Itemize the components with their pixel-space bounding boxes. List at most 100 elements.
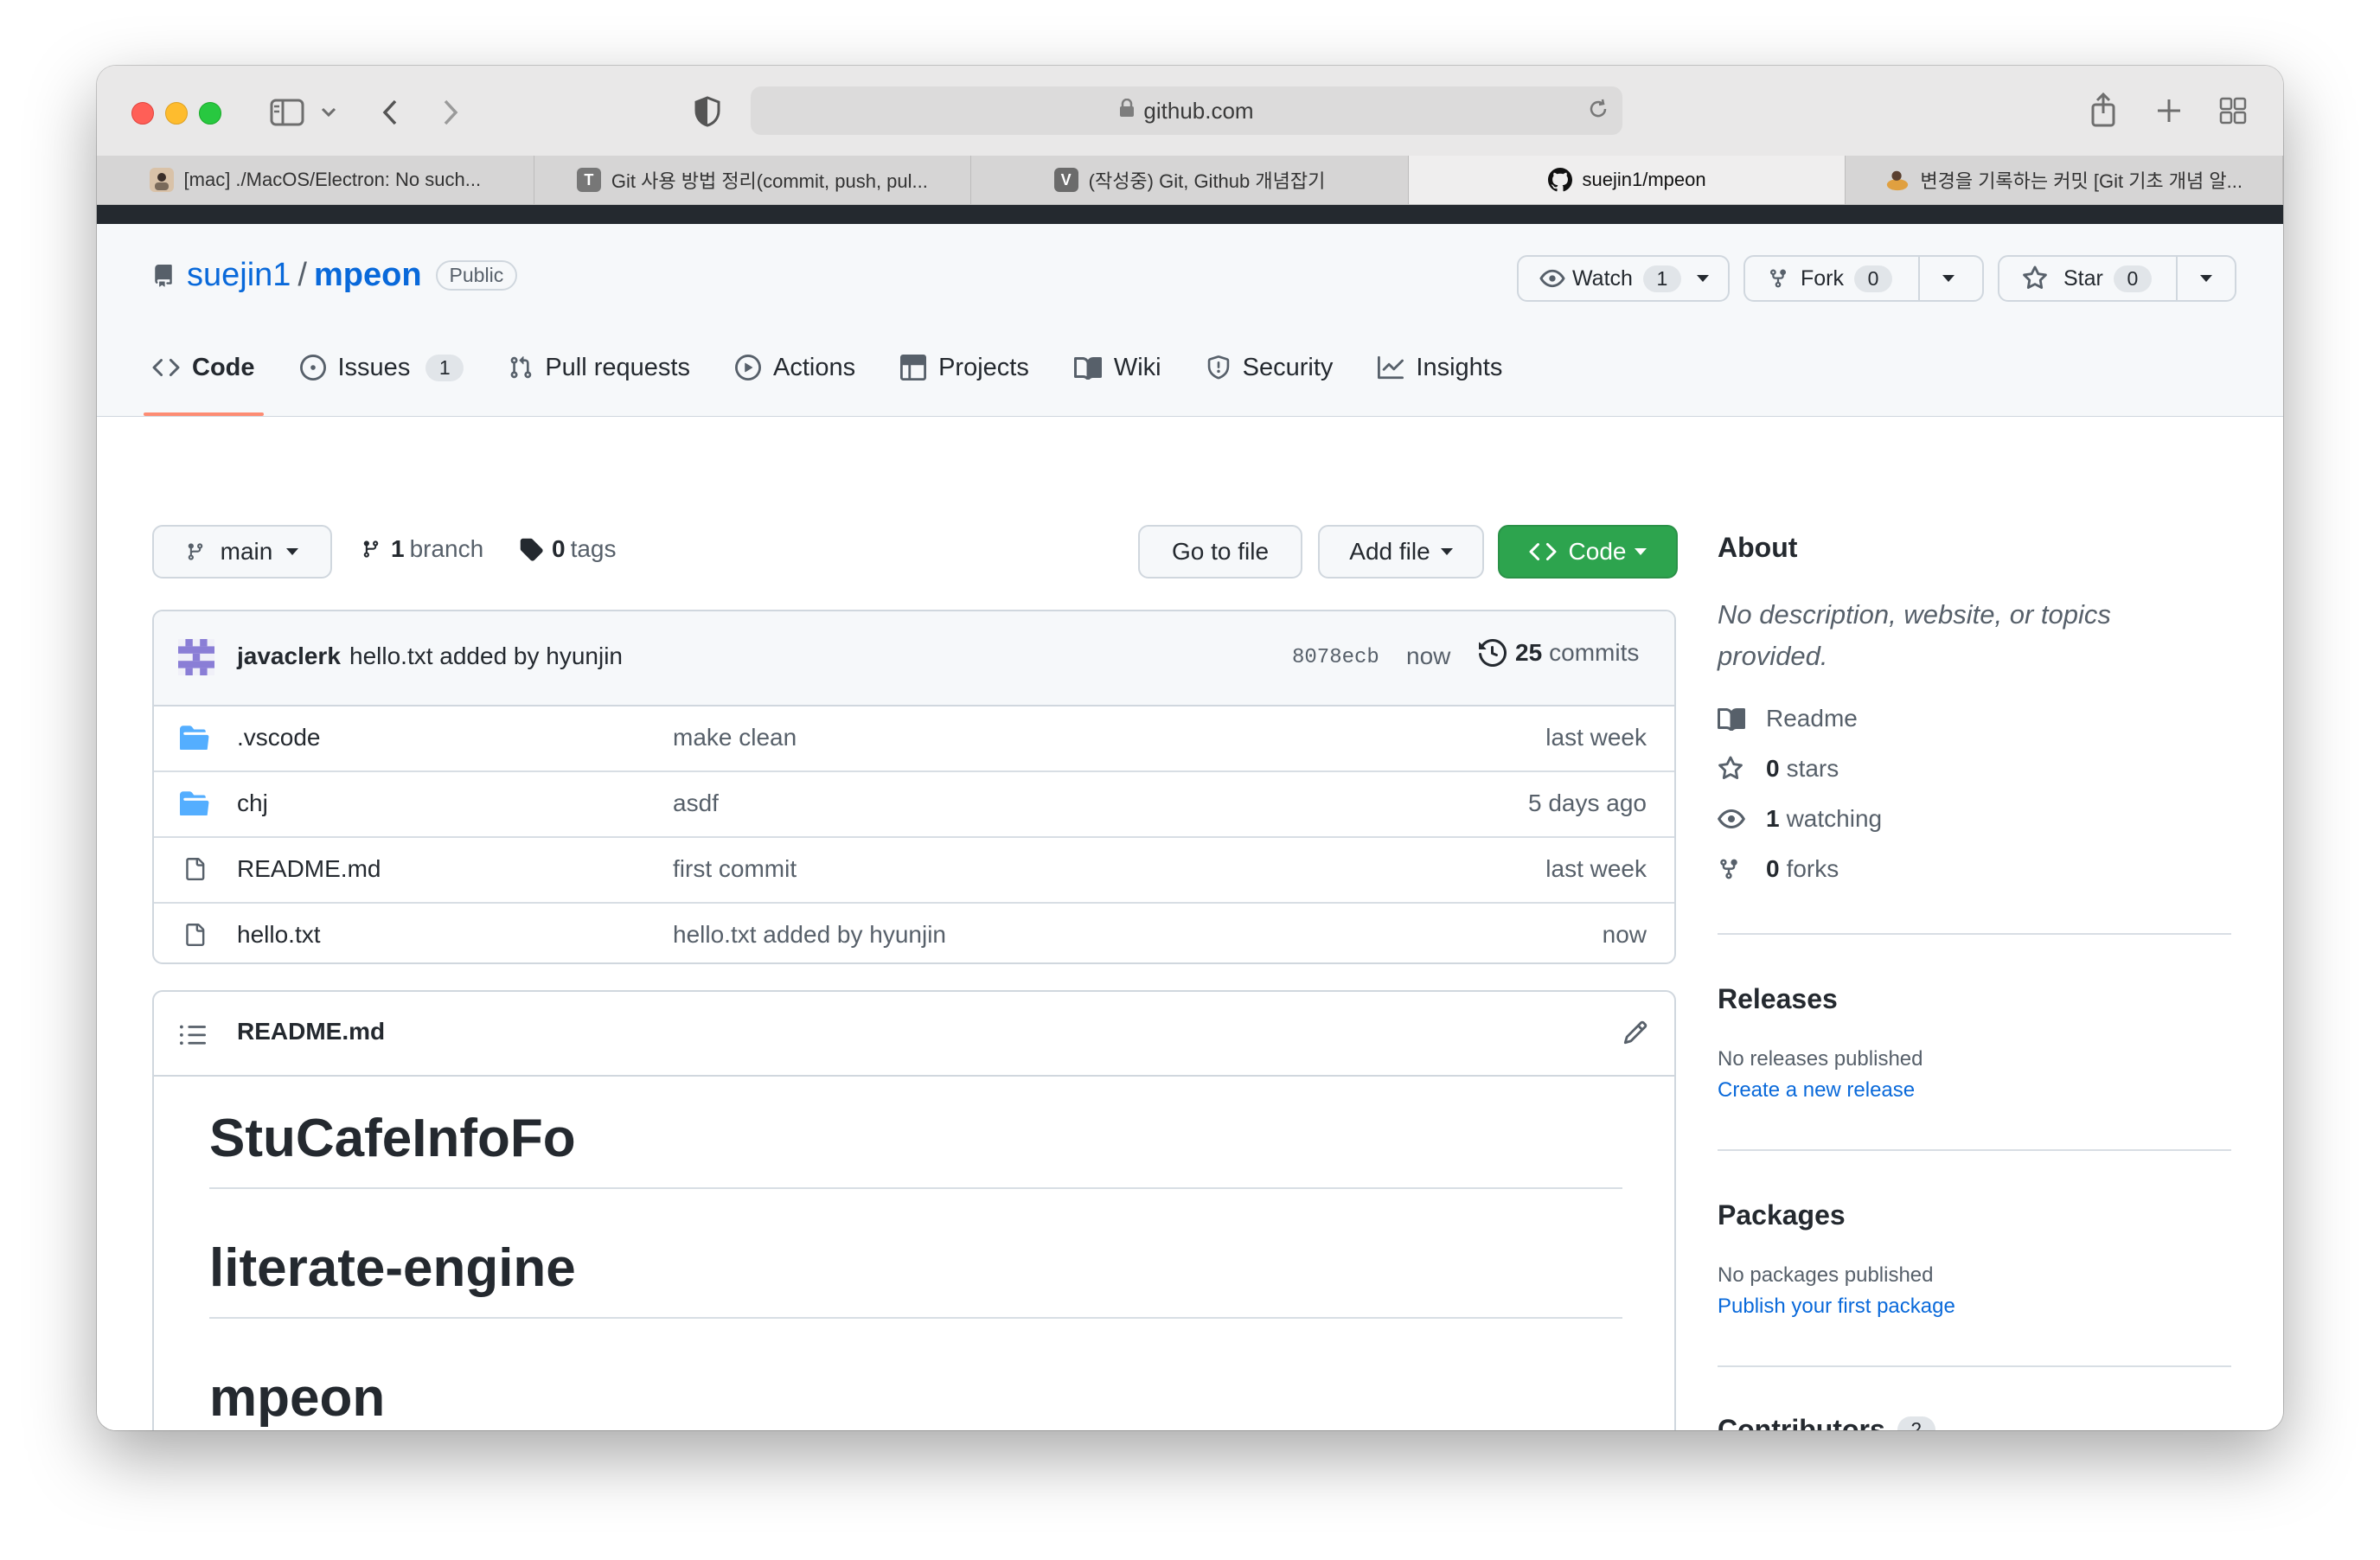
watch-label: Watch bbox=[1572, 265, 1633, 291]
chevron-down-icon bbox=[1696, 275, 1709, 282]
browser-tab-active[interactable]: suejin1/mpeon bbox=[1408, 156, 1846, 204]
releases-heading[interactable]: Releases bbox=[1718, 983, 1838, 1015]
repo-owner-link[interactable]: suejin1 bbox=[187, 257, 291, 294]
code-download-button[interactable]: Code bbox=[1498, 525, 1678, 579]
book-icon bbox=[1718, 706, 1747, 731]
file-commit-message[interactable]: asdf bbox=[673, 790, 719, 817]
watch-button[interactable]: Watch 1 bbox=[1517, 255, 1730, 302]
browser-tab[interactable]: V (작성중) Git, Github 개념잡기 bbox=[971, 156, 1409, 204]
forks-link[interactable]: 0 forks bbox=[1718, 855, 1839, 883]
reload-icon[interactable] bbox=[1586, 97, 1610, 128]
fork-dropdown[interactable] bbox=[1920, 257, 1977, 300]
watching-label: watching bbox=[1786, 805, 1883, 832]
about-heading: About bbox=[1718, 532, 1798, 563]
eye-icon bbox=[1718, 809, 1747, 829]
play-icon bbox=[734, 355, 761, 380]
watchers-link[interactable]: 1 watching bbox=[1718, 805, 1882, 833]
table-row[interactable]: chj asdf 5 days ago bbox=[154, 772, 1674, 838]
branch-icon bbox=[361, 537, 381, 561]
commit-author[interactable]: javaclerk bbox=[237, 643, 341, 670]
tab-overview-icon[interactable] bbox=[2216, 93, 2250, 128]
file-commit-date: 5 days ago bbox=[1528, 790, 1647, 816]
watch-count: 1 bbox=[1642, 265, 1681, 292]
tab-pull-requests[interactable]: Pull requests bbox=[509, 319, 690, 416]
repo-name-link[interactable]: mpeon bbox=[314, 257, 422, 294]
go-to-file-button[interactable]: Go to file bbox=[1138, 525, 1302, 579]
address-bar[interactable]: github.com bbox=[751, 86, 1622, 135]
sidebar-toggle-icon[interactable] bbox=[268, 95, 306, 130]
file-name-link[interactable]: README.md bbox=[237, 855, 381, 883]
file-name-link[interactable]: chj bbox=[237, 790, 268, 817]
commit-message[interactable]: hello.txt added by hyunjin bbox=[349, 643, 623, 670]
stars-link[interactable]: 0 stars bbox=[1718, 755, 1839, 783]
tab-insights[interactable]: Insights bbox=[1378, 319, 1502, 416]
repo-nav: Code Issues 1 Pull requests Actions Proj… bbox=[144, 319, 1547, 416]
fork-button[interactable]: Fork 0 bbox=[1745, 257, 1918, 300]
add-file-button[interactable]: Add file bbox=[1318, 525, 1484, 579]
tab-issues[interactable]: Issues 1 bbox=[299, 319, 464, 416]
tab-label: Pull requests bbox=[545, 353, 690, 381]
tab-projects[interactable]: Projects bbox=[900, 319, 1029, 416]
browser-tab[interactable]: [mac] ./MacOS/Electron: No such... bbox=[97, 156, 534, 204]
url-text: github.com bbox=[1143, 97, 1254, 124]
file-name-link[interactable]: .vscode bbox=[237, 724, 321, 751]
fork-icon bbox=[1718, 856, 1747, 882]
privacy-shield-icon[interactable] bbox=[692, 93, 723, 130]
avatar[interactable] bbox=[178, 639, 214, 680]
browser-toolbar: github.com bbox=[97, 66, 2283, 157]
table-row[interactable]: README.md first commit last week bbox=[154, 838, 1674, 904]
back-icon[interactable] bbox=[375, 95, 405, 130]
graph-icon bbox=[1378, 355, 1404, 380]
chevron-down-icon bbox=[1440, 548, 1453, 555]
minimize-window-button[interactable] bbox=[165, 102, 188, 125]
branch-icon bbox=[186, 540, 205, 564]
create-release-link[interactable]: Create a new release bbox=[1718, 1078, 1915, 1103]
branch-count: 1 bbox=[391, 535, 405, 562]
button-label: Add file bbox=[1349, 538, 1430, 565]
packages-empty-text: No packages published bbox=[1718, 1263, 1934, 1287]
branches-link[interactable]: 1 branch bbox=[361, 535, 483, 563]
repo-header: suejin1 / mpeon Public Watch 1 Fork 0 St… bbox=[97, 224, 2283, 417]
readme-filename[interactable]: README.md bbox=[237, 1018, 385, 1045]
sidebar-divider bbox=[1718, 1365, 2231, 1367]
packages-heading[interactable]: Packages bbox=[1718, 1199, 1846, 1231]
file-name-link[interactable]: hello.txt bbox=[237, 921, 321, 949]
commits-link[interactable]: 25 commits bbox=[1479, 639, 1639, 667]
maximize-window-button[interactable] bbox=[199, 102, 221, 125]
contributors-heading[interactable]: Contributors 2 bbox=[1718, 1414, 1935, 1430]
star-dropdown[interactable] bbox=[2178, 257, 2235, 300]
new-tab-icon[interactable] bbox=[2152, 93, 2186, 128]
file-commit-message[interactable]: hello.txt added by hyunjin bbox=[673, 921, 946, 949]
browser-tab[interactable]: T Git 사용 방법 정리(commit, push, pul... bbox=[534, 156, 972, 204]
table-row[interactable]: hello.txt hello.txt added by hyunjin now bbox=[154, 904, 1674, 962]
tab-label: Code bbox=[192, 353, 255, 381]
tab-security[interactable]: Security bbox=[1206, 319, 1333, 416]
star-button[interactable]: Star 0 bbox=[1999, 257, 2176, 300]
forward-icon[interactable] bbox=[436, 95, 465, 130]
tab-code[interactable]: Code bbox=[144, 319, 263, 416]
table-row[interactable]: .vscode make clean last week bbox=[154, 706, 1674, 772]
tab-wiki[interactable]: Wiki bbox=[1073, 319, 1161, 416]
pull-request-icon bbox=[509, 355, 533, 380]
shield-icon bbox=[1206, 355, 1231, 380]
button-label: Go to file bbox=[1171, 538, 1270, 565]
tab-label: Git 사용 방법 정리(commit, push, pul... bbox=[611, 170, 928, 192]
publish-package-link[interactable]: Publish your first package bbox=[1718, 1295, 1955, 1319]
share-icon[interactable] bbox=[2086, 90, 2121, 130]
list-icon[interactable] bbox=[180, 1021, 206, 1045]
branch-word: branch bbox=[409, 535, 484, 562]
tab-label: Issues bbox=[337, 353, 411, 381]
github-page: suejin1 / mpeon Public Watch 1 Fork 0 St… bbox=[97, 224, 2283, 1430]
file-commit-message[interactable]: make clean bbox=[673, 724, 797, 751]
branch-select-button[interactable]: main bbox=[152, 525, 332, 579]
chevron-down-icon[interactable] bbox=[318, 100, 339, 125]
commit-sha[interactable]: 8078ecb bbox=[1292, 646, 1379, 669]
file-commit-message[interactable]: first commit bbox=[673, 855, 797, 883]
tags-link[interactable]: 0 tags bbox=[519, 535, 617, 563]
browser-tab[interactable]: 변경을 기록하는 커밋 [Git 기초 개념 알... bbox=[1846, 156, 2283, 204]
pencil-icon[interactable] bbox=[1622, 1020, 1648, 1045]
file-commit-date: last week bbox=[1545, 724, 1647, 751]
close-window-button[interactable] bbox=[131, 102, 154, 125]
readme-link[interactable]: Readme bbox=[1718, 705, 1858, 732]
tab-actions[interactable]: Actions bbox=[734, 319, 855, 416]
